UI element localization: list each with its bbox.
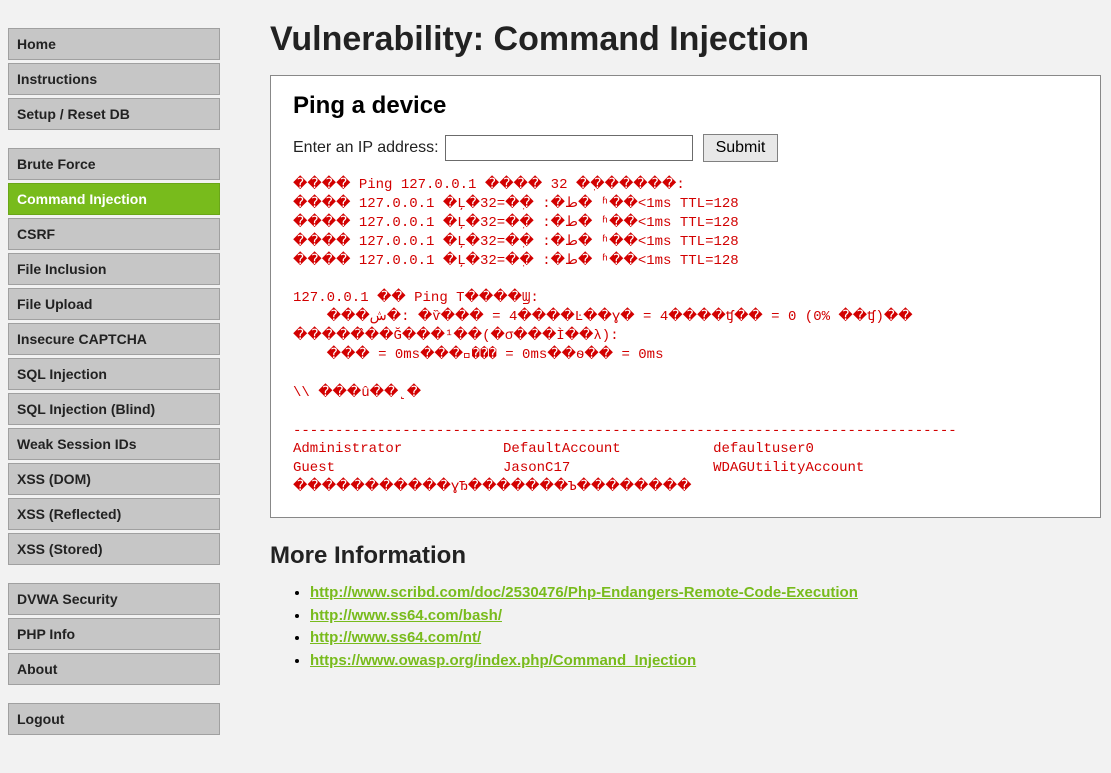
nav-xss-reflected[interactable]: XSS (Reflected)	[8, 498, 220, 530]
nav-home[interactable]: Home	[8, 28, 220, 60]
nav-group-2: Brute ForceCommand InjectionCSRFFile Inc…	[8, 148, 220, 565]
nav-command-injection[interactable]: Command Injection	[8, 183, 220, 215]
info-link-list: http://www.scribd.com/doc/2530476/Php-En…	[270, 582, 1101, 672]
nav-about[interactable]: About	[8, 653, 220, 685]
more-info-title: More Information	[270, 542, 1101, 570]
nav-insecure-captcha[interactable]: Insecure CAPTCHA	[8, 323, 220, 355]
nav-group-3: DVWA SecurityPHP InfoAbout	[8, 583, 220, 685]
nav-instructions[interactable]: Instructions	[8, 63, 220, 95]
page-title: Vulnerability: Command Injection	[270, 20, 1101, 59]
ping-panel: Ping a device Enter an IP address: Submi…	[270, 75, 1101, 518]
info-link[interactable]: https://www.owasp.org/index.php/Command_…	[310, 652, 696, 669]
nav-sql-injection-blind[interactable]: SQL Injection (Blind)	[8, 393, 220, 425]
nav-group-1: HomeInstructionsSetup / Reset DB	[8, 28, 220, 130]
info-link[interactable]: http://www.ss64.com/nt/	[310, 629, 481, 646]
ip-form-row: Enter an IP address: Submit	[293, 134, 1078, 162]
nav-file-inclusion[interactable]: File Inclusion	[8, 253, 220, 285]
nav-csrf[interactable]: CSRF	[8, 218, 220, 250]
ip-input[interactable]	[445, 135, 693, 161]
panel-title: Ping a device	[293, 92, 1078, 120]
nav-setup[interactable]: Setup / Reset DB	[8, 98, 220, 130]
nav-weak-session-ids[interactable]: Weak Session IDs	[8, 428, 220, 460]
nav-group-4: Logout	[8, 703, 220, 735]
ip-label: Enter an IP address:	[293, 139, 439, 157]
main-content: Vulnerability: Command Injection Ping a …	[270, 20, 1101, 753]
nav-dvwa-security[interactable]: DVWA Security	[8, 583, 220, 615]
submit-button[interactable]: Submit	[703, 134, 779, 162]
nav-xss-dom[interactable]: XSS (DOM)	[8, 463, 220, 495]
nav-logout[interactable]: Logout	[8, 703, 220, 735]
nav-sql-injection[interactable]: SQL Injection	[8, 358, 220, 390]
info-link-item: https://www.owasp.org/index.php/Command_…	[310, 650, 1101, 673]
info-link-item: http://www.scribd.com/doc/2530476/Php-En…	[310, 582, 1101, 605]
nav-php-info[interactable]: PHP Info	[8, 618, 220, 650]
nav-brute-force[interactable]: Brute Force	[8, 148, 220, 180]
sidebar: HomeInstructionsSetup / Reset DB Brute F…	[8, 20, 220, 753]
nav-file-upload[interactable]: File Upload	[8, 288, 220, 320]
info-link-item: http://www.ss64.com/nt/	[310, 627, 1101, 650]
command-output: ���� Ping 127.0.0.1 ���� 32 �ֽ������: ��…	[293, 176, 1078, 497]
info-link[interactable]: http://www.scribd.com/doc/2530476/Php-En…	[310, 584, 858, 601]
info-link-item: http://www.ss64.com/bash/	[310, 605, 1101, 628]
nav-xss-stored[interactable]: XSS (Stored)	[8, 533, 220, 565]
info-link[interactable]: http://www.ss64.com/bash/	[310, 607, 502, 624]
